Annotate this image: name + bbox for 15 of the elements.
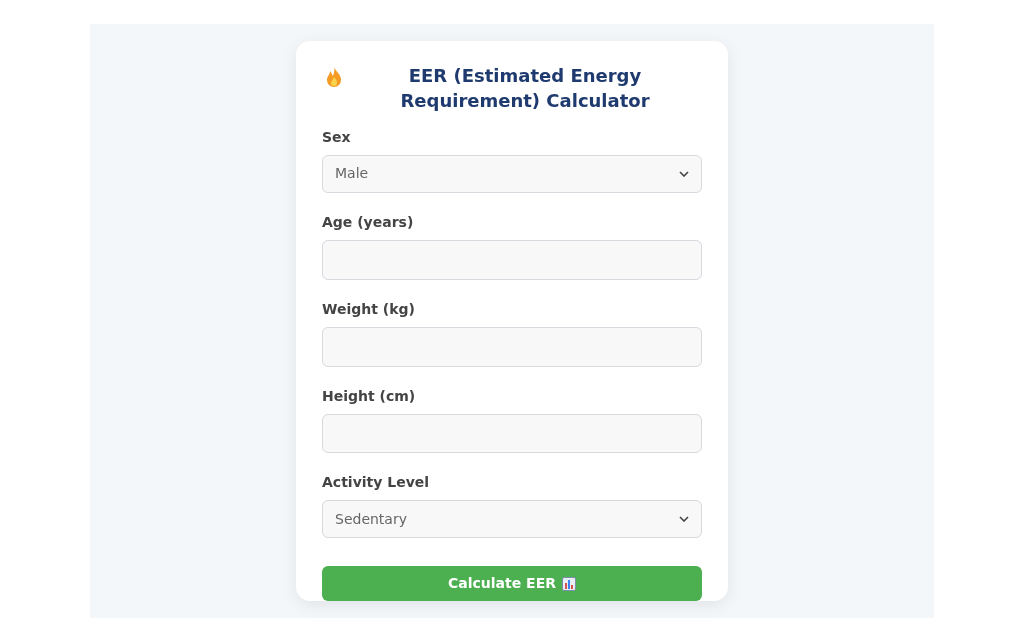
field-label: Activity Level: [322, 473, 431, 493]
chevron-down-icon: [679, 170, 689, 177]
bar-chart-icon: [562, 576, 576, 591]
field-label: Sex: [322, 128, 352, 147]
chevron-down-icon: [679, 516, 689, 523]
input-field[interactable]: [322, 326, 702, 367]
dropdown[interactable]: Male: [322, 155, 702, 193]
flame-icon: [324, 66, 344, 88]
input-field[interactable]: [322, 413, 702, 454]
field-label: Weight (kg): [322, 299, 416, 319]
input-field[interactable]: [322, 239, 702, 280]
field-label: Age (years): [322, 212, 415, 232]
field-label: Height (cm): [322, 386, 417, 406]
calculator-title: EER (Estimated Energy Requirement) Calculator: [399, 64, 651, 113]
dropdown[interactable]: Sedentary: [322, 500, 702, 539]
